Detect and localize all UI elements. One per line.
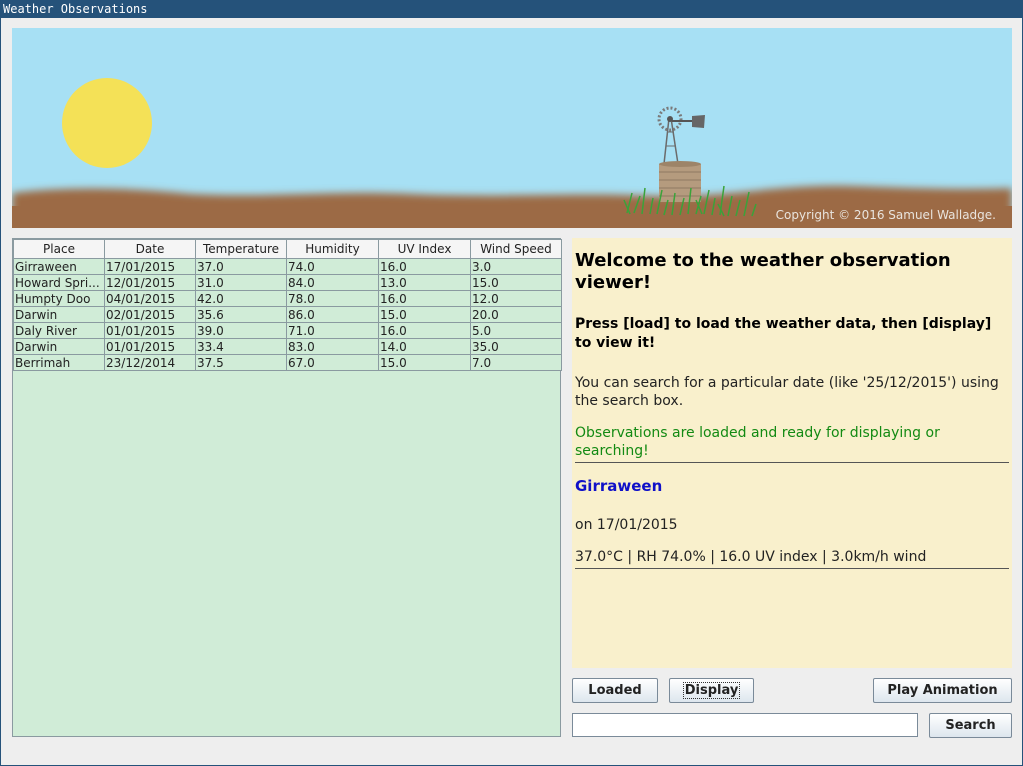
column-header[interactable]: Temperature xyxy=(195,239,287,259)
table-cell: 12/01/2015 xyxy=(104,274,196,291)
table-cell: 02/01/2015 xyxy=(104,306,196,323)
table-cell: 3.0 xyxy=(470,258,562,275)
table-cell: 78.0 xyxy=(286,290,379,307)
table-cell: 7.0 xyxy=(470,354,562,371)
table-cell: 15.0 xyxy=(378,306,471,323)
table-cell: Daly River xyxy=(13,322,105,339)
table-cell: 23/12/2014 xyxy=(104,354,196,371)
table-cell: Darwin xyxy=(13,338,105,355)
welcome-heading: Welcome to the weather observation viewe… xyxy=(575,250,951,293)
table-row[interactable]: Girraween 17/01/2015 37.0 74.0 16.0 3.0 xyxy=(13,258,562,275)
table-cell: 33.4 xyxy=(195,338,287,355)
info-panel: Welcome to the weather observation viewe… xyxy=(572,238,1012,668)
play-animation-button[interactable]: Play Animation xyxy=(873,678,1012,703)
window-title-bar[interactable]: Weather Observations xyxy=(0,0,1023,18)
table-cell: 31.0 xyxy=(195,274,287,291)
table-cell: 15.0 xyxy=(378,354,471,371)
play-animation-button-label: Play Animation xyxy=(887,683,998,698)
selected-details: 37.0°C | RH 74.0% | 16.0 UV index | 3.0k… xyxy=(575,549,927,565)
selected-place: Girraween xyxy=(575,477,663,495)
column-header[interactable]: Date xyxy=(104,239,196,259)
table-cell: 17/01/2015 xyxy=(104,258,196,275)
table-cell: 37.5 xyxy=(195,354,287,371)
table-row[interactable]: Darwin 02/01/2015 35.6 86.0 15.0 20.0 xyxy=(13,306,562,323)
status-message: Observations are loaded and ready for di… xyxy=(575,425,940,459)
table-row[interactable]: Humpty Doo 04/01/2015 42.0 78.0 16.0 12.0 xyxy=(13,290,562,307)
observations-table-panel[interactable]: Place Date Temperature Humidity UV Index Wind… xyxy=(12,238,562,737)
table-cell: 84.0 xyxy=(286,274,379,291)
table-cell: 16.0 xyxy=(378,290,471,307)
table-cell: 35.6 xyxy=(195,306,287,323)
table-cell: 13.0 xyxy=(378,274,471,291)
search-button-label: Search xyxy=(945,718,996,733)
search-hint-text: You can search for a particular date (li… xyxy=(575,375,999,409)
column-header[interactable]: Place xyxy=(13,239,105,259)
table-cell: 20.0 xyxy=(470,306,562,323)
table-row[interactable]: Berrimah 23/12/2014 37.5 67.0 15.0 7.0 xyxy=(13,354,562,371)
table-row[interactable]: Daly River 01/01/2015 39.0 71.0 16.0 5.0 xyxy=(13,322,562,339)
table-cell: 15.0 xyxy=(470,274,562,291)
table-cell: Berrimah xyxy=(13,354,105,371)
observations-table[interactable]: Place Date Temperature Humidity UV Index Wind… xyxy=(13,239,562,371)
selected-date: on 17/01/2015 xyxy=(575,517,678,533)
table-cell: 16.0 xyxy=(378,258,471,275)
table-cell: 86.0 xyxy=(286,306,379,323)
table-cell: 71.0 xyxy=(286,322,379,339)
table-header-row: Place Date Temperature Humidity UV Index Wind… xyxy=(13,239,562,259)
table-cell: Humpty Doo xyxy=(13,290,105,307)
display-button-label: Display xyxy=(682,682,741,699)
table-cell: 37.0 xyxy=(195,258,287,275)
table-cell: 01/01/2015 xyxy=(104,338,196,355)
table-cell: 42.0 xyxy=(195,290,287,307)
table-cell: Howard Spri... xyxy=(13,274,105,291)
table-cell: Girraween xyxy=(13,258,105,275)
copyright-text: Copyright © 2016 Samuel Walladge. xyxy=(775,208,996,222)
table-cell: 5.0 xyxy=(470,322,562,339)
display-button[interactable]: Display xyxy=(669,678,754,703)
loaded-button[interactable]: Loaded xyxy=(572,678,658,703)
table-cell: 83.0 xyxy=(286,338,379,355)
search-input[interactable] xyxy=(572,713,918,737)
sun-icon xyxy=(62,78,152,168)
instructions-text: Press [load] to load the weather data, t… xyxy=(575,316,992,351)
table-cell: 74.0 xyxy=(286,258,379,275)
divider xyxy=(575,462,1009,463)
window-title: Weather Observations xyxy=(3,2,148,16)
loaded-button-label: Loaded xyxy=(588,683,642,698)
table-cell: 14.0 xyxy=(378,338,471,355)
table-row[interactable]: Howard Spri... 12/01/2015 31.0 84.0 13.0 15.0 xyxy=(13,274,562,291)
table-cell: 12.0 xyxy=(470,290,562,307)
table-row[interactable]: Darwin 01/01/2015 33.4 83.0 14.0 35.0 xyxy=(13,338,562,355)
banner-illustration: Copyright © 2016 Samuel Walladge. xyxy=(12,28,1012,228)
table-cell: 35.0 xyxy=(470,338,562,355)
table-cell: Darwin xyxy=(13,306,105,323)
search-button[interactable]: Search xyxy=(929,713,1012,738)
table-cell: 67.0 xyxy=(286,354,379,371)
divider xyxy=(575,568,1009,569)
table-cell: 04/01/2015 xyxy=(104,290,196,307)
table-cell: 39.0 xyxy=(195,322,287,339)
column-header[interactable]: UV Index xyxy=(378,239,471,259)
table-cell: 16.0 xyxy=(378,322,471,339)
column-header[interactable]: Humidity xyxy=(286,239,379,259)
table-cell: 01/01/2015 xyxy=(104,322,196,339)
column-header[interactable]: Wind Speed xyxy=(470,239,562,259)
